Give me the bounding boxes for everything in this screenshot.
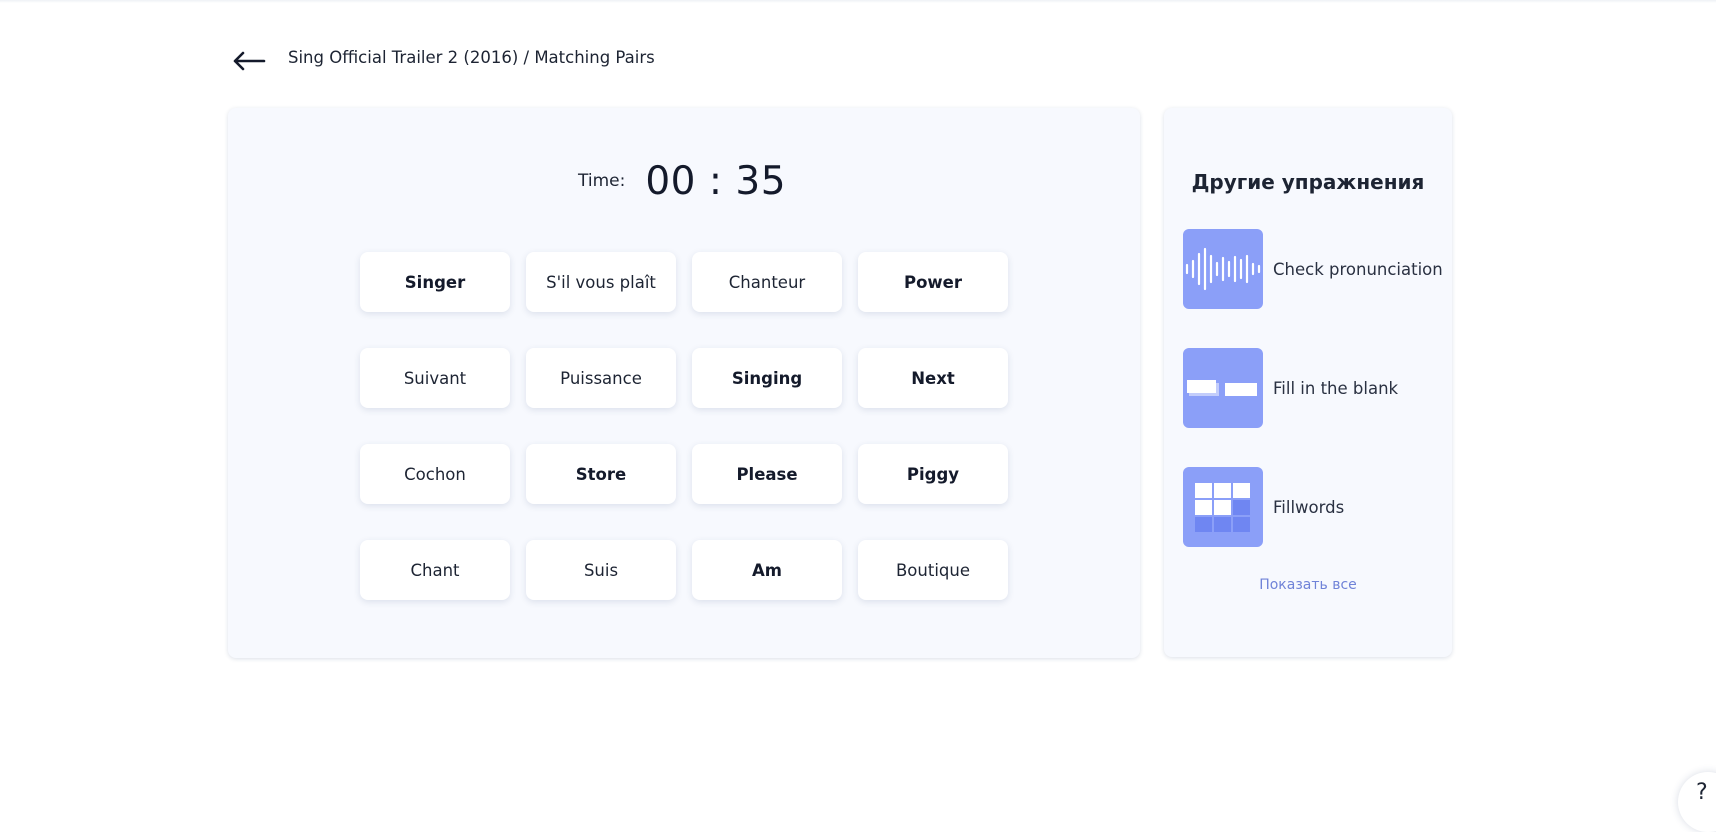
exercise-thumbnail <box>1183 348 1263 428</box>
top-divider <box>0 0 1716 3</box>
word-tile[interactable]: Power <box>858 252 1008 312</box>
exercise-thumbnail <box>1183 467 1263 547</box>
timer-value: 00 : 35 <box>645 158 787 204</box>
word-tile[interactable]: Puissance <box>526 348 676 408</box>
matching-pairs-card: Time: 00 : 35 Singer S'il vous plaît Cha… <box>228 108 1140 658</box>
exercise-label: Check pronunciation <box>1273 259 1443 279</box>
word-tile[interactable]: S'il vous plaît <box>526 252 676 312</box>
exercise-thumbnail <box>1183 229 1263 309</box>
word-tile[interactable]: Store <box>526 444 676 504</box>
word-tile[interactable]: Chanteur <box>692 252 842 312</box>
word-tile[interactable]: Suivant <box>360 348 510 408</box>
word-tile[interactable]: Singer <box>360 252 510 312</box>
fillwords-grid-icon <box>1195 483 1250 532</box>
show-all-link[interactable]: Показать все <box>1164 577 1452 593</box>
exercise-fillwords[interactable]: Fillwords <box>1183 467 1443 547</box>
exercise-label: Fillwords <box>1273 497 1345 517</box>
word-tile[interactable]: Please <box>692 444 842 504</box>
exercise-fill-in-the-blank[interactable]: Fill in the blank <box>1183 348 1443 428</box>
help-icon: ? <box>1696 780 1708 805</box>
help-button[interactable]: ? <box>1678 772 1716 832</box>
timer: Time: 00 : 35 <box>578 156 786 206</box>
fill-blank-icon <box>1187 380 1257 396</box>
exercise-check-pronunciation[interactable]: Check pronunciation <box>1183 229 1443 309</box>
arrow-left-icon <box>233 51 266 71</box>
word-tile[interactable]: Singing <box>692 348 842 408</box>
breadcrumb: Sing Official Trailer 2 (2016) / Matchin… <box>288 48 655 67</box>
word-tile[interactable]: Cochon <box>360 444 510 504</box>
word-tile[interactable]: Boutique <box>858 540 1008 600</box>
other-exercises-title: Другие упражнения <box>1191 170 1425 194</box>
word-tile[interactable]: Am <box>692 540 842 600</box>
soundwave-icon <box>1185 247 1261 291</box>
word-tile-grid: Singer S'il vous plaît Chanteur Power Su… <box>360 252 1008 600</box>
other-exercises-panel: Другие упражнения Check pronunciation Fi… <box>1164 108 1452 657</box>
exercise-label: Fill in the blank <box>1273 378 1399 398</box>
word-tile[interactable]: Chant <box>360 540 510 600</box>
timer-label: Time: <box>578 171 626 191</box>
word-tile[interactable]: Piggy <box>858 444 1008 504</box>
back-button[interactable] <box>231 44 267 78</box>
word-tile[interactable]: Next <box>858 348 1008 408</box>
word-tile[interactable]: Suis <box>526 540 676 600</box>
